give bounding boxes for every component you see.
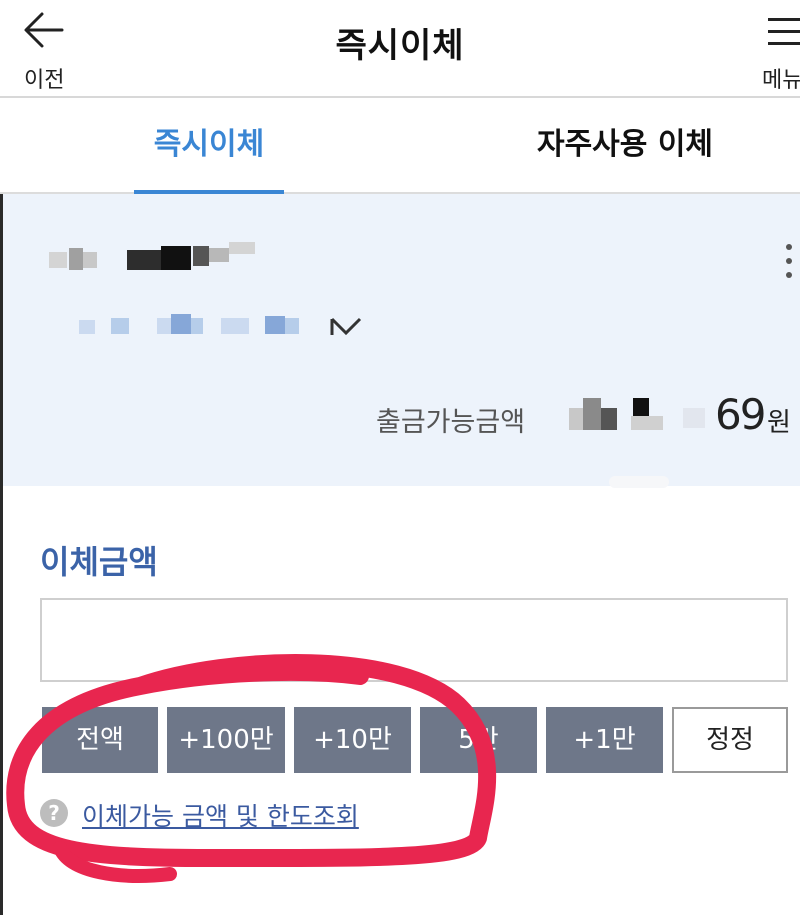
page-title: 즉시이체 [335,26,465,66]
tab-instant-transfer[interactable]: 즉시이체 [134,98,284,194]
add-10000-button[interactable]: +1만 [546,707,663,773]
hamburger-icon [768,18,800,21]
account-dropdown-chevron-icon[interactable] [329,316,363,338]
currency-unit: 원 [767,408,791,438]
add-1000000-button[interactable]: +100만 [167,707,285,773]
menu-label: 메뉴 [762,68,800,93]
tab-bar: 즉시이체 자주사용 이체 [0,98,800,194]
tab-label: 자주사용 이체 [536,127,714,162]
limit-inquiry-link[interactable]: 이체가능 금액 및 한도조회 [82,797,359,833]
transfer-amount-label: 이체금액 [40,543,158,581]
add-50000-button[interactable]: 5만 [420,707,537,773]
available-amount-label: 출금가능금액 [376,407,526,438]
question-icon: ? [40,799,68,827]
correct-button[interactable]: 정정 [672,707,788,773]
full-amount-button[interactable]: 전액 [42,707,158,773]
hamburger-icon-bar [768,42,800,45]
transfer-amount-input[interactable] [40,598,788,682]
add-100000-button[interactable]: +10만 [294,707,411,773]
tab-frequent-transfer[interactable]: 자주사용 이체 [520,98,730,192]
menu-button[interactable]: 메뉴 [756,6,800,93]
withdrawal-account-panel: 출금가능금액 69 원 [3,194,800,488]
tab-label: 즉시이체 [153,127,265,162]
available-amount-value: 69 [715,390,766,439]
hamburger-icon-bar [768,30,800,33]
more-options-icon[interactable] [783,242,795,282]
app-header: 이전 즉시이체 메뉴 [0,0,800,98]
